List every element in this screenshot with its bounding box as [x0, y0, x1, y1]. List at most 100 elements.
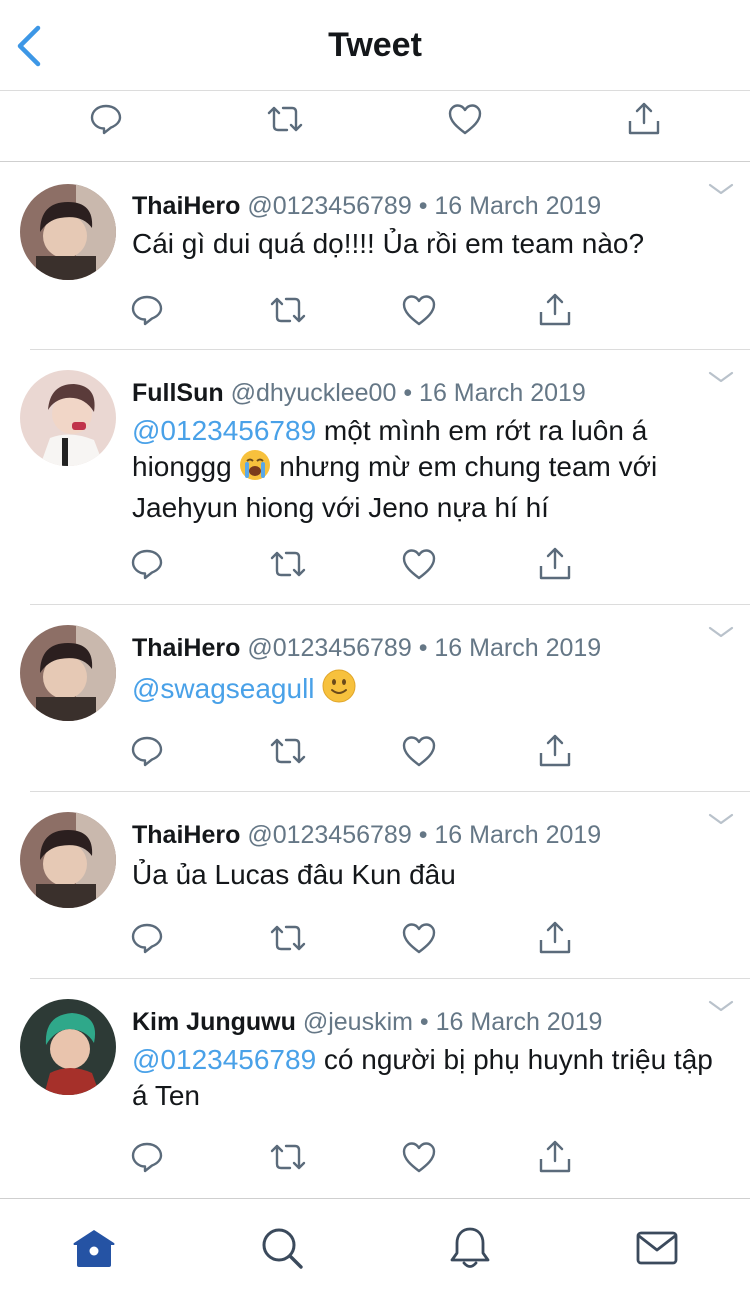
share-button[interactable] [533, 1135, 577, 1179]
avatar[interactable] [20, 370, 116, 466]
tweet-actions [0, 729, 750, 773]
chevron-down-icon [708, 183, 734, 195]
page-title: Tweet [328, 26, 422, 64]
retweet-button[interactable] [266, 542, 310, 586]
like-icon [402, 549, 436, 580]
reply-tweet[interactable]: ThaiHero @0123456789 • 16 March 2019 @sw… [0, 605, 750, 792]
tweet-date: 16 March 2019 [434, 634, 602, 662]
display-name[interactable]: ThaiHero [132, 192, 240, 220]
avatar[interactable] [20, 812, 116, 908]
mention-link[interactable]: @0123456789 [132, 1044, 316, 1075]
tweet-date: 16 March 2019 [434, 821, 602, 849]
like-button[interactable] [443, 99, 487, 139]
retweet-icon [270, 297, 306, 323]
tweet-header: ThaiHero @0123456789 • 16 March 2019 [132, 820, 601, 850]
more-options-button[interactable] [708, 812, 734, 826]
retweet-icon [270, 738, 306, 764]
more-options-button[interactable] [708, 625, 734, 639]
retweet-icon [270, 1144, 306, 1170]
more-options-button[interactable] [708, 999, 734, 1013]
share-icon [539, 547, 571, 580]
messages-icon [636, 1231, 678, 1265]
reply-icon [131, 549, 163, 580]
share-icon [539, 734, 571, 767]
share-button[interactable] [533, 729, 577, 773]
tweet-text: @swagseagull [132, 669, 732, 712]
retweet-button[interactable] [266, 916, 310, 960]
mention-link[interactable]: @0123456789 [132, 415, 316, 446]
chevron-down-icon [708, 1000, 734, 1012]
display-name[interactable]: Kim Junguwu [132, 1008, 296, 1036]
share-button[interactable] [533, 542, 577, 586]
user-handle: @jeuskim [302, 1008, 413, 1036]
reply-tweet[interactable]: ThaiHero @0123456789 • 16 March 2019 Ủa … [0, 792, 750, 979]
reply-tweet[interactable]: FullSun @dhyucklee00 • 16 March 2019 @01… [0, 350, 750, 605]
share-icon [628, 102, 660, 135]
tweet-actions [0, 1135, 750, 1179]
main-tweet-actions [0, 91, 750, 162]
reply-icon [131, 736, 163, 767]
tab-notifications[interactable] [445, 1225, 495, 1271]
reply-icon [131, 923, 163, 954]
share-icon [539, 1140, 571, 1173]
retweet-button[interactable] [266, 729, 310, 773]
share-button[interactable] [622, 99, 666, 139]
display-name[interactable]: FullSun [132, 379, 224, 407]
like-icon [402, 736, 436, 767]
mention-link[interactable]: @swagseagull [132, 673, 315, 704]
user-handle: @dhyucklee00 [230, 379, 397, 407]
separator-dot: • [403, 379, 413, 407]
like-button[interactable] [397, 916, 441, 960]
tweet-text: Cái gì dui quá dọ!!!! Ủa rồi em team nào… [132, 226, 732, 262]
like-icon [402, 295, 436, 326]
retweet-button[interactable] [266, 1135, 310, 1179]
tab-search[interactable] [257, 1225, 307, 1271]
like-button[interactable] [397, 542, 441, 586]
tab-home[interactable] [69, 1225, 119, 1271]
share-icon [539, 921, 571, 954]
reply-button[interactable] [125, 916, 169, 960]
chevron-down-icon [708, 371, 734, 383]
separator-dot: • [418, 192, 428, 220]
more-options-button[interactable] [708, 370, 734, 384]
reply-button[interactable] [125, 729, 169, 773]
tweet-actions [0, 916, 750, 960]
tweet-header: ThaiHero @0123456789 • 16 March 2019 [132, 191, 601, 221]
tweet-header: ThaiHero @0123456789 • 16 March 2019 [132, 633, 601, 663]
user-handle: @0123456789 [247, 821, 412, 849]
tab-messages[interactable] [632, 1225, 682, 1271]
avatar[interactable] [20, 184, 116, 280]
like-button[interactable] [397, 288, 441, 332]
display-name[interactable]: ThaiHero [132, 821, 240, 849]
chevron-down-icon [708, 813, 734, 825]
like-icon [448, 104, 482, 135]
reply-button[interactable] [125, 542, 169, 586]
avatar[interactable] [20, 625, 116, 721]
like-button[interactable] [397, 1135, 441, 1179]
share-button[interactable] [533, 916, 577, 960]
share-button[interactable] [533, 288, 577, 332]
display-name[interactable]: ThaiHero [132, 634, 240, 662]
reply-tweet[interactable]: Kim Junguwu @jeuskim • 16 March 2019 @01… [0, 979, 750, 1198]
reply-button[interactable] [125, 1135, 169, 1179]
like-icon [402, 1142, 436, 1173]
retweet-button[interactable] [266, 288, 310, 332]
tweet-text: @0123456789 có người bị phụ huynh triệu … [132, 1042, 732, 1114]
reply-button[interactable] [84, 99, 128, 139]
retweet-button[interactable] [263, 99, 307, 139]
retweet-icon [270, 551, 306, 577]
like-button[interactable] [397, 729, 441, 773]
tab-bar [0, 1198, 750, 1291]
top-bar: Tweet [0, 0, 750, 91]
tweet-text: Ủa ủa Lucas đâu Kun đâu [132, 857, 732, 893]
more-options-button[interactable] [708, 182, 734, 196]
slight-smile-emoji [322, 669, 356, 712]
separator-dot: • [418, 634, 428, 662]
like-icon [402, 923, 436, 954]
tweet-actions [0, 542, 750, 586]
avatar[interactable] [20, 999, 116, 1095]
tweet-header: FullSun @dhyucklee00 • 16 March 2019 [132, 378, 586, 408]
reply-tweet[interactable]: ThaiHero @0123456789 • 16 March 2019 Cái… [0, 162, 750, 350]
text-segment: Ủa ủa Lucas đâu Kun đâu [132, 859, 456, 890]
reply-button[interactable] [125, 288, 169, 332]
